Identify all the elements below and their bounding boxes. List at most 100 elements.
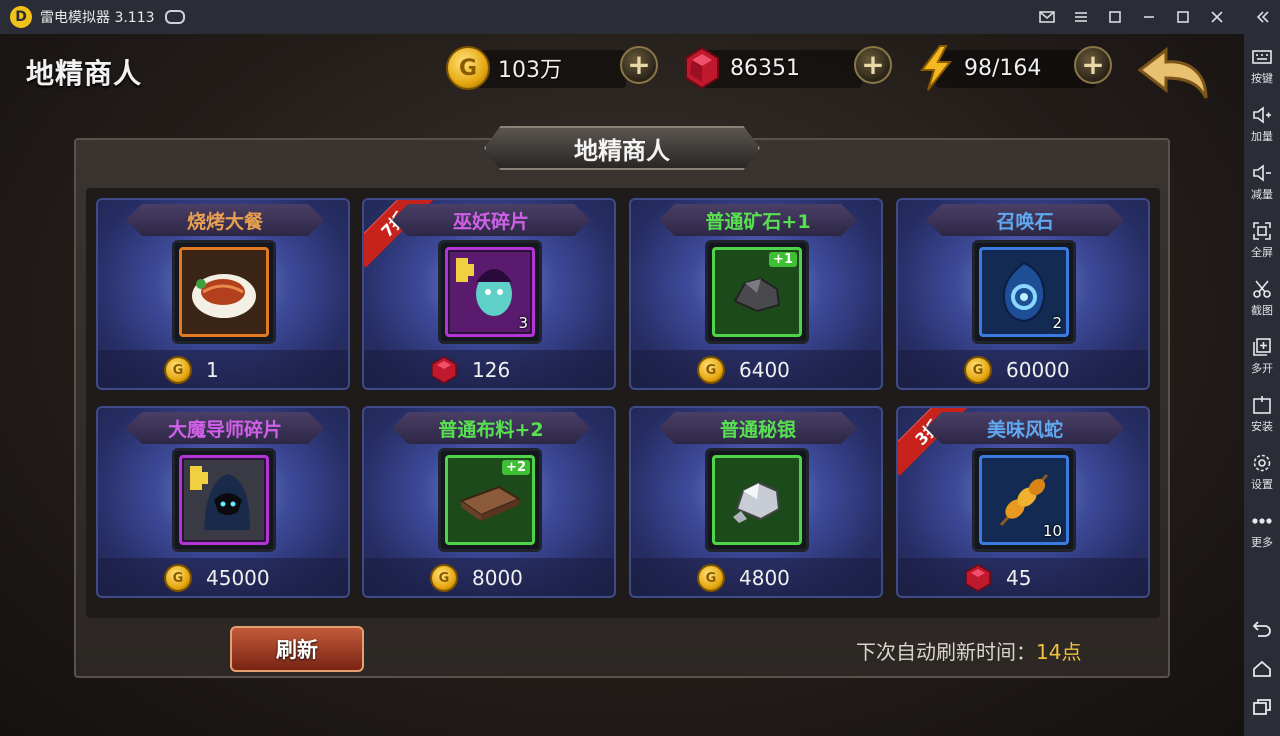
gold-coin-icon: G <box>446 46 490 90</box>
back-arrow-button[interactable] <box>1136 46 1210 102</box>
recent-apps-icon[interactable] <box>1244 690 1280 724</box>
menu-icon[interactable] <box>1064 0 1098 34</box>
sidebar-item-label: 多开 <box>1251 362 1273 375</box>
mail-icon[interactable] <box>1030 0 1064 34</box>
price-row: G 45000 <box>98 558 348 596</box>
gamepad-icon[interactable] <box>164 10 185 24</box>
shop-item-card[interactable]: 普通布料+2 +2 G 8000 <box>362 406 616 598</box>
add-gold-button[interactable]: + <box>620 46 658 84</box>
item-price: 126 <box>472 358 511 382</box>
sidebar-item-more[interactable]: 更多 <box>1244 504 1280 560</box>
shop-item-card[interactable]: 7折 巫妖碎片 3 126 <box>362 198 616 390</box>
emulator-logo-icon: D <box>10 6 32 28</box>
shop-item-card[interactable]: 普通秘银 G 4800 <box>629 406 883 598</box>
back-nav-icon[interactable] <box>1244 612 1280 646</box>
sidebar-item-settings[interactable]: 设置 <box>1244 446 1280 502</box>
gold-coin-icon: G <box>164 356 192 384</box>
item-name: 召唤石 <box>926 204 1124 236</box>
sidebar-item-fullscreen[interactable]: 全屏 <box>1244 214 1280 270</box>
apk-install-icon <box>1251 394 1273 416</box>
more-icon <box>1251 510 1273 532</box>
collapse-sidebar-icon[interactable] <box>1246 0 1280 34</box>
sidebar-item-label: 减量 <box>1251 188 1273 201</box>
shop-item-card[interactable]: 烧烤大餐 G 1 <box>96 198 350 390</box>
item-name: 烧烤大餐 <box>126 204 324 236</box>
sidebar-item-keyboard[interactable]: 按键 <box>1244 40 1280 96</box>
item-quantity: 10 <box>1042 522 1062 540</box>
item-price: 8000 <box>472 566 523 590</box>
shop-item-card[interactable]: 召唤石 2 G 60000 <box>896 198 1150 390</box>
keyboard-icon <box>1251 46 1273 68</box>
item-price: 1 <box>206 358 219 382</box>
item-name: 普通矿石+1 <box>659 204 857 236</box>
shop-item-card[interactable]: 普通矿石+1 +1 G 6400 <box>629 198 883 390</box>
item-price: 4800 <box>739 566 790 590</box>
item-quantity: 2 <box>1052 314 1062 332</box>
gold-coin-icon: G <box>164 564 192 592</box>
item-price: 6400 <box>739 358 790 382</box>
refresh-button[interactable]: 刷新 <box>230 626 364 672</box>
sidebar-item-install[interactable]: 安装 <box>1244 388 1280 444</box>
item-name: 普通布料+2 <box>392 412 590 444</box>
gold-resource: G 103万 <box>446 44 626 92</box>
add-gems-button[interactable]: + <box>854 46 892 84</box>
sidebar-item-multi-open[interactable]: 多开 <box>1244 330 1280 386</box>
ruby-gem-icon <box>685 46 719 90</box>
maximize-button[interactable] <box>1166 0 1200 34</box>
panel-title: 地精商人 <box>484 126 760 170</box>
bbq-feast-icon <box>179 247 269 337</box>
gem-resource: 86351 <box>682 44 862 92</box>
snake-skewer-icon: 10 <box>979 455 1069 545</box>
sidebar-item-label: 截图 <box>1251 304 1273 317</box>
ruby-gem-icon <box>965 564 991 592</box>
price-row: 126 <box>364 350 614 388</box>
gold-coin-icon: G <box>430 564 458 592</box>
shop-item-card[interactable]: 大魔导师碎片 G 45000 <box>96 406 350 598</box>
home-nav-icon[interactable] <box>1244 652 1280 686</box>
enhance-level-tag: +2 <box>502 460 530 475</box>
volume-down-icon <box>1251 162 1273 184</box>
summon-stone-icon: 2 <box>979 247 1069 337</box>
emulator-sidebar: 按键 加量 减量 全屏 截图 多开 安装 设置 更多 <box>1244 34 1280 736</box>
price-row: 45 <box>898 558 1148 596</box>
item-name: 普通秘银 <box>659 412 857 444</box>
gem-value: 86351 <box>730 55 800 81</box>
cloth-fabric-icon: +2 <box>445 455 535 545</box>
sidebar-item-label: 设置 <box>1251 478 1273 491</box>
sidebar-item-label: 加量 <box>1251 130 1273 143</box>
close-button[interactable] <box>1200 0 1234 34</box>
price-row: G 6400 <box>631 350 881 388</box>
sidebar-item-label: 按键 <box>1251 72 1273 85</box>
sidebar-item-volume-down[interactable]: 减量 <box>1244 156 1280 212</box>
ruby-gem-icon <box>431 356 457 384</box>
sidebar-item-label: 全屏 <box>1251 246 1273 259</box>
sidebar-item-label: 安装 <box>1251 420 1273 433</box>
add-energy-button[interactable]: + <box>1074 46 1112 84</box>
archmage-portrait-icon <box>179 455 269 545</box>
emulator-title: 雷电模拟器 3.113 <box>40 10 155 26</box>
emulator-titlebar: D 雷电模拟器 3.113 <box>0 0 1280 34</box>
shop-item-card[interactable]: 3折 美味风蛇 10 45 <box>896 406 1150 598</box>
item-price: 45000 <box>206 566 270 590</box>
price-row: G 4800 <box>631 558 881 596</box>
enhance-level-tag: +1 <box>769 252 797 267</box>
item-slot: 2 <box>972 240 1076 344</box>
multi-open-icon <box>1251 336 1273 358</box>
sidebar-item-volume-up[interactable]: 加量 <box>1244 98 1280 154</box>
gold-coin-icon: G <box>964 356 992 384</box>
volume-up-icon <box>1251 104 1273 126</box>
minimize-button[interactable] <box>1132 0 1166 34</box>
restore-window-icon[interactable] <box>1098 0 1132 34</box>
auto-refresh-label: 下次自动刷新时间： <box>856 640 1036 664</box>
item-slot: +1 <box>705 240 809 344</box>
item-name: 美味风蛇 <box>926 412 1124 444</box>
scissors-icon <box>1251 278 1273 300</box>
lightning-bolt-icon <box>920 45 953 91</box>
item-slot: +2 <box>438 448 542 552</box>
energy-value: 98/164 <box>964 55 1042 81</box>
auto-refresh-hour: 14点 <box>1036 640 1082 664</box>
sidebar-item-screenshot[interactable]: 截图 <box>1244 272 1280 328</box>
ore-rock-icon: +1 <box>712 247 802 337</box>
mithril-ore-icon <box>712 455 802 545</box>
price-row: G 8000 <box>364 558 614 596</box>
